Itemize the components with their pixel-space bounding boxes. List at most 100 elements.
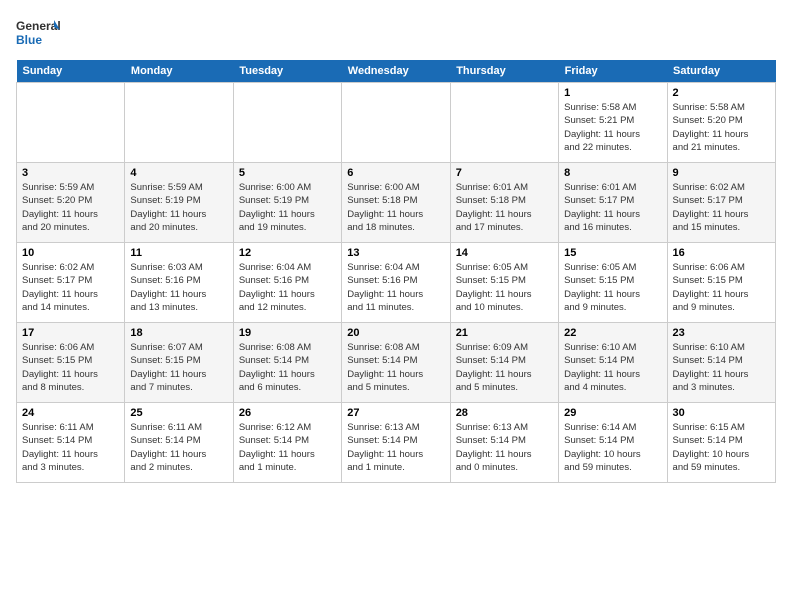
- calendar-cell: 21 Sunrise: 6:09 AM Sunset: 5:14 PM Dayli…: [450, 323, 558, 403]
- day-number: 29: [564, 407, 661, 419]
- day-info: Sunrise: 6:12 AM Sunset: 5:14 PM Dayligh…: [239, 421, 336, 474]
- day-info: Sunrise: 6:01 AM Sunset: 5:18 PM Dayligh…: [456, 181, 553, 234]
- day-number: 11: [130, 247, 227, 259]
- calendar-cell: 27 Sunrise: 6:13 AM Sunset: 5:14 PM Dayli…: [342, 403, 450, 483]
- calendar-cell: 23 Sunrise: 6:10 AM Sunset: 5:14 PM Dayli…: [667, 323, 775, 403]
- day-info: Sunrise: 6:15 AM Sunset: 5:14 PM Dayligh…: [673, 421, 770, 474]
- day-info: Sunrise: 6:07 AM Sunset: 5:15 PM Dayligh…: [130, 341, 227, 394]
- day-info: Sunrise: 5:59 AM Sunset: 5:20 PM Dayligh…: [22, 181, 119, 234]
- weekday-header-sunday: Sunday: [17, 60, 125, 83]
- day-info: Sunrise: 6:11 AM Sunset: 5:14 PM Dayligh…: [22, 421, 119, 474]
- calendar-cell: 26 Sunrise: 6:12 AM Sunset: 5:14 PM Dayli…: [233, 403, 341, 483]
- day-number: 8: [564, 167, 661, 179]
- calendar-cell: [17, 83, 125, 163]
- calendar-cell: [342, 83, 450, 163]
- day-number: 3: [22, 167, 119, 179]
- calendar-cell: 10 Sunrise: 6:02 AM Sunset: 5:17 PM Dayli…: [17, 243, 125, 323]
- svg-text:General: General: [16, 19, 60, 33]
- day-info: Sunrise: 6:08 AM Sunset: 5:14 PM Dayligh…: [347, 341, 444, 394]
- day-number: 15: [564, 247, 661, 259]
- day-info: Sunrise: 6:02 AM Sunset: 5:17 PM Dayligh…: [22, 261, 119, 314]
- calendar-cell: 5 Sunrise: 6:00 AM Sunset: 5:19 PM Daylig…: [233, 163, 341, 243]
- day-info: Sunrise: 6:14 AM Sunset: 5:14 PM Dayligh…: [564, 421, 661, 474]
- weekday-header-monday: Monday: [125, 60, 233, 83]
- calendar-cell: 3 Sunrise: 5:59 AM Sunset: 5:20 PM Daylig…: [17, 163, 125, 243]
- calendar-cell: 29 Sunrise: 6:14 AM Sunset: 5:14 PM Dayli…: [559, 403, 667, 483]
- day-number: 7: [456, 167, 553, 179]
- day-number: 18: [130, 327, 227, 339]
- day-number: 28: [456, 407, 553, 419]
- day-number: 5: [239, 167, 336, 179]
- calendar-cell: 14Sunrise: 6:05 AM Sunset: 5:15 PM Dayli…: [450, 243, 558, 323]
- day-info: Sunrise: 6:13 AM Sunset: 5:14 PM Dayligh…: [347, 421, 444, 474]
- weekday-header-wednesday: Wednesday: [342, 60, 450, 83]
- day-number: 19: [239, 327, 336, 339]
- day-number: 20: [347, 327, 444, 339]
- calendar-cell: 11 Sunrise: 6:03 AM Sunset: 5:16 PM Dayli…: [125, 243, 233, 323]
- calendar-cell: 8 Sunrise: 6:01 AM Sunset: 5:17 PM Daylig…: [559, 163, 667, 243]
- weekday-header-thursday: Thursday: [450, 60, 558, 83]
- day-number: 25: [130, 407, 227, 419]
- calendar-cell: 30 Sunrise: 6:15 AM Sunset: 5:14 PM Dayli…: [667, 403, 775, 483]
- calendar-table: SundayMondayTuesdayWednesdayThursdayFrid…: [16, 60, 776, 483]
- day-info: Sunrise: 5:58 AM Sunset: 5:20 PM Dayligh…: [673, 101, 770, 154]
- day-number: 9: [673, 167, 770, 179]
- calendar-cell: 15 Sunrise: 6:05 AM Sunset: 5:15 PM Dayli…: [559, 243, 667, 323]
- day-number: 14: [456, 247, 553, 259]
- calendar-cell: 12 Sunrise: 6:04 AM Sunset: 5:16 PM Dayli…: [233, 243, 341, 323]
- weekday-header-tuesday: Tuesday: [233, 60, 341, 83]
- calendar-cell: 16 Sunrise: 6:06 AM Sunset: 5:15 PM Dayli…: [667, 243, 775, 323]
- day-number: 23: [673, 327, 770, 339]
- calendar-cell: [125, 83, 233, 163]
- calendar-cell: 2 Sunrise: 5:58 AM Sunset: 5:20 PM Daylig…: [667, 83, 775, 163]
- day-info: Sunrise: 5:58 AM Sunset: 5:21 PM Dayligh…: [564, 101, 661, 154]
- day-info: Sunrise: 6:10 AM Sunset: 5:14 PM Dayligh…: [673, 341, 770, 394]
- calendar-cell: 20 Sunrise: 6:08 AM Sunset: 5:14 PM Dayli…: [342, 323, 450, 403]
- calendar-cell: 28 Sunrise: 6:13 AM Sunset: 5:14 PM Dayli…: [450, 403, 558, 483]
- day-number: 30: [673, 407, 770, 419]
- day-info: Sunrise: 6:04 AM Sunset: 5:16 PM Dayligh…: [239, 261, 336, 314]
- svg-text:Blue: Blue: [16, 33, 42, 47]
- day-number: 1: [564, 87, 661, 99]
- day-number: 26: [239, 407, 336, 419]
- calendar-cell: 25 Sunrise: 6:11 AM Sunset: 5:14 PM Dayli…: [125, 403, 233, 483]
- calendar-cell: 9Sunrise: 6:02 AM Sunset: 5:17 PM Daylig…: [667, 163, 775, 243]
- day-number: 16: [673, 247, 770, 259]
- day-info: Sunrise: 6:09 AM Sunset: 5:14 PM Dayligh…: [456, 341, 553, 394]
- day-number: 2: [673, 87, 770, 99]
- day-number: 24: [22, 407, 119, 419]
- day-info: Sunrise: 6:06 AM Sunset: 5:15 PM Dayligh…: [673, 261, 770, 314]
- day-info: Sunrise: 6:13 AM Sunset: 5:14 PM Dayligh…: [456, 421, 553, 474]
- day-number: 6: [347, 167, 444, 179]
- day-number: 13: [347, 247, 444, 259]
- logo: General Blue: [16, 16, 60, 52]
- day-info: Sunrise: 6:01 AM Sunset: 5:17 PM Dayligh…: [564, 181, 661, 234]
- calendar-cell: [233, 83, 341, 163]
- day-number: 17: [22, 327, 119, 339]
- weekday-header-saturday: Saturday: [667, 60, 775, 83]
- day-number: 12: [239, 247, 336, 259]
- calendar-cell: 19Sunrise: 6:08 AM Sunset: 5:14 PM Dayli…: [233, 323, 341, 403]
- day-number: 21: [456, 327, 553, 339]
- day-info: Sunrise: 6:03 AM Sunset: 5:16 PM Dayligh…: [130, 261, 227, 314]
- weekday-header-friday: Friday: [559, 60, 667, 83]
- calendar-cell: 24 Sunrise: 6:11 AM Sunset: 5:14 PM Dayli…: [17, 403, 125, 483]
- day-info: Sunrise: 6:06 AM Sunset: 5:15 PM Dayligh…: [22, 341, 119, 394]
- calendar-cell: 6 Sunrise: 6:00 AM Sunset: 5:18 PM Daylig…: [342, 163, 450, 243]
- calendar-cell: 4Sunrise: 5:59 AM Sunset: 5:19 PM Daylig…: [125, 163, 233, 243]
- calendar-cell: [450, 83, 558, 163]
- day-info: Sunrise: 6:04 AM Sunset: 5:16 PM Dayligh…: [347, 261, 444, 314]
- calendar-cell: 22Sunrise: 6:10 AM Sunset: 5:14 PM Dayli…: [559, 323, 667, 403]
- calendar-cell: 7 Sunrise: 6:01 AM Sunset: 5:18 PM Daylig…: [450, 163, 558, 243]
- calendar-cell: 13 Sunrise: 6:04 AM Sunset: 5:16 PM Dayli…: [342, 243, 450, 323]
- day-info: Sunrise: 6:10 AM Sunset: 5:14 PM Dayligh…: [564, 341, 661, 394]
- day-number: 10: [22, 247, 119, 259]
- day-info: Sunrise: 5:59 AM Sunset: 5:19 PM Dayligh…: [130, 181, 227, 234]
- calendar-cell: 1 Sunrise: 5:58 AM Sunset: 5:21 PM Daylig…: [559, 83, 667, 163]
- day-info: Sunrise: 6:00 AM Sunset: 5:18 PM Dayligh…: [347, 181, 444, 234]
- day-info: Sunrise: 6:11 AM Sunset: 5:14 PM Dayligh…: [130, 421, 227, 474]
- day-info: Sunrise: 6:00 AM Sunset: 5:19 PM Dayligh…: [239, 181, 336, 234]
- day-number: 27: [347, 407, 444, 419]
- calendar-cell: 18 Sunrise: 6:07 AM Sunset: 5:15 PM Dayli…: [125, 323, 233, 403]
- day-info: Sunrise: 6:05 AM Sunset: 5:15 PM Dayligh…: [564, 261, 661, 314]
